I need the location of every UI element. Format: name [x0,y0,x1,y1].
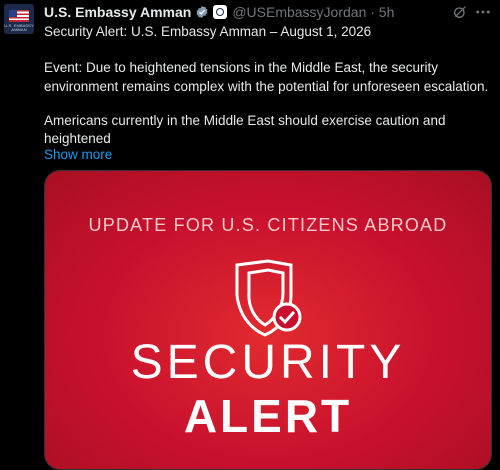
post-header: U.S. Embassy Amman @USEmbassyJordan · 5h [44,2,394,22]
card-title-security: SECURITY [130,336,406,389]
grok-icon[interactable] [452,4,468,20]
media-card[interactable]: UPDATE FOR U.S. CITIZENS ABROAD SECURITY… [44,170,492,470]
shield-check-icon [235,259,302,337]
post-text-line: Americans currently in the Middle East s… [44,113,446,128]
more-options-icon[interactable] [474,4,492,20]
verified-badge-icon[interactable] [195,5,209,19]
handle-and-time[interactable]: @USEmbassyJordan · 5h [232,4,394,20]
government-affiliation-icon[interactable] [213,5,228,19]
card-subtitle: UPDATE FOR U.S. CITIZENS ABROAD [88,215,448,235]
show-more-link[interactable]: Show more [44,145,112,164]
avatar[interactable]: U.S. EMBASSY AMMAN [4,4,34,34]
card-title-alert: ALERT [183,390,353,442]
author-name[interactable]: U.S. Embassy Amman [44,4,191,20]
avatar-caption: U.S. EMBASSY AMMAN [4,23,34,32]
post-text-line: environment remains complex with the pot… [44,79,489,94]
us-flag-icon [9,10,29,22]
post-text-line: Security Alert: U.S. Embassy Amman – Aug… [44,24,372,39]
post-text-line: Event: Due to heightened tensions in the… [44,60,438,75]
